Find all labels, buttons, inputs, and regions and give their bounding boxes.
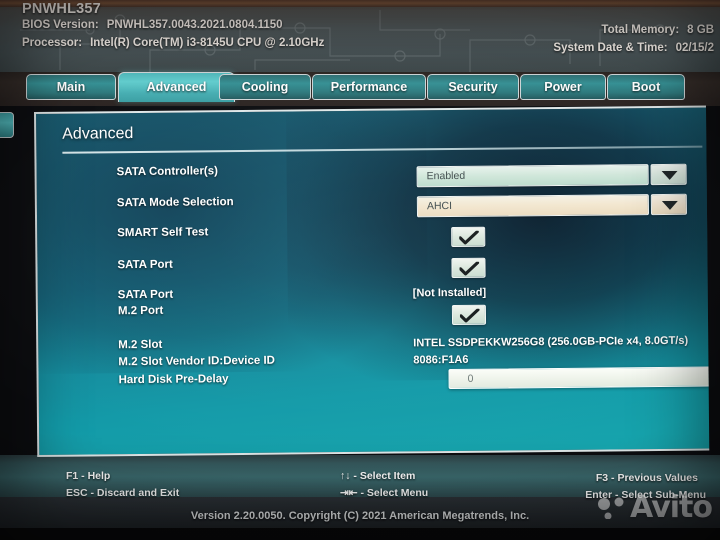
setting-label-m2-vendor-id: M.2 Slot Vendor ID:Device ID: [118, 354, 276, 369]
tab-security[interactable]: Security: [427, 74, 519, 100]
sata-controllers-value: Enabled: [426, 169, 466, 183]
system-datetime-value: 02/15/2: [675, 42, 714, 54]
advanced-settings-panel: Advanced SATA Controller(s) Enabled SATA…: [34, 105, 710, 457]
total-memory-line: Total Memory: 8 GB: [601, 24, 714, 36]
sata-mode-dropdown[interactable]: AHCI: [416, 193, 688, 218]
title-divider: [62, 145, 703, 154]
sata-port-2-status: [Not Installed]: [412, 286, 487, 300]
page-title: Advanced: [62, 125, 134, 143]
setting-label-sata-controllers: SATA Controller(s): [116, 165, 219, 179]
header-bar: PNWHL357 BIOS Version: PNWHL357.0043.2021…: [0, 0, 720, 72]
table-row: SATA Port: [37, 254, 709, 280]
total-memory-label: Total Memory:: [601, 24, 680, 36]
help-hint-select-item: ↑↓ - Select Item: [340, 470, 416, 482]
setting-label-smart-self-test: SMART Self Test: [117, 226, 209, 240]
sata-controllers-chevron-down-icon[interactable]: [650, 163, 687, 186]
tab-advanced[interactable]: Advanced: [118, 72, 235, 102]
processor-value: Intel(R) Core(TM) i3-8145U CPU @ 2.10GHz: [90, 37, 325, 49]
sata-mode-chevron-down-icon[interactable]: [650, 193, 688, 216]
photo-bottom-band: [0, 528, 720, 540]
sata-port-1-checkbox[interactable]: [451, 257, 486, 278]
tab-power[interactable]: Power: [520, 74, 606, 100]
bios-version-value: PNWHL357.0043.2021.0804.1150: [106, 19, 283, 31]
check-icon: [459, 261, 480, 276]
system-datetime-line: System Date & Time: 02/15/2: [553, 42, 714, 54]
bios-setup-screen: PNWHL357 BIOS Version: PNWHL357.0043.2021…: [0, 0, 720, 540]
setting-label-hard-disk-pre-delay: Hard Disk Pre-Delay: [118, 373, 229, 387]
sata-controllers-dropdown[interactable]: Enabled: [416, 163, 687, 188]
bios-version-line: BIOS Version: PNWHL357.0043.2021.0804.115…: [22, 19, 283, 31]
menu-tab-bar: Main Advanced Cooling Performance Securi…: [0, 72, 720, 106]
sata-mode-value: AHCI: [426, 199, 453, 213]
setting-label-sata-port-1: SATA Port: [117, 258, 173, 272]
sata-mode-field[interactable]: AHCI: [416, 194, 650, 218]
tab-cooling[interactable]: Cooling: [219, 74, 311, 100]
help-hint-select-menu: ⇥⇤ - Select Menu: [340, 487, 429, 499]
help-hint-f3: F3 - Previous Values: [595, 472, 698, 484]
processor-label: Processor:: [22, 37, 83, 49]
check-icon: [459, 308, 480, 323]
help-hint-f1: F1 - Help: [66, 470, 111, 482]
m2-slot-device-value: INTEL SSDPEKKW256G8 (256.0GB-PCIe x4, 8.…: [413, 334, 689, 350]
smart-self-test-checkbox[interactable]: [451, 226, 486, 248]
circuit-pattern-decoration: [20, 10, 666, 72]
m2-vendor-id-value: 8086:F1A6: [413, 353, 469, 367]
setting-label-sata-port-2: SATA Port: [117, 288, 174, 302]
bios-version-label: BIOS Version:: [22, 19, 99, 31]
tab-boot[interactable]: Boot: [607, 74, 685, 100]
bios-model-name: PNWHL357: [22, 1, 101, 17]
bios-copyright-version: Version 2.20.0050. Copyright (C) 2021 Am…: [190, 510, 530, 522]
total-memory-value: 8 GB: [687, 24, 714, 36]
processor-line: Processor: Intel(R) Core(TM) i3-8145U CPU…: [22, 37, 324, 49]
help-hint-esc: ESC - Discard and Exit: [66, 487, 180, 499]
table-row: SMART Self Test: [37, 222, 709, 248]
sata-controllers-field[interactable]: Enabled: [416, 164, 649, 188]
setting-label-sata-mode-selection: SATA Mode Selection: [116, 196, 234, 210]
system-datetime-label: System Date & Time:: [553, 42, 668, 54]
tab-main[interactable]: Main: [26, 74, 116, 100]
hard-disk-pre-delay-value: 0: [467, 372, 474, 385]
offscreen-tab-fragment[interactable]: [0, 112, 14, 138]
help-hint-enter: Enter - Select Sub-Menu: [585, 489, 706, 501]
tab-performance[interactable]: Performance: [312, 74, 426, 100]
setting-label-m2-slot: M.2 Slot: [118, 338, 163, 352]
setting-label-m2-port: M.2 Port: [117, 304, 164, 318]
hard-disk-pre-delay-input[interactable]: 0: [448, 366, 710, 390]
m2-port-checkbox[interactable]: [451, 304, 487, 325]
check-icon: [459, 230, 479, 245]
